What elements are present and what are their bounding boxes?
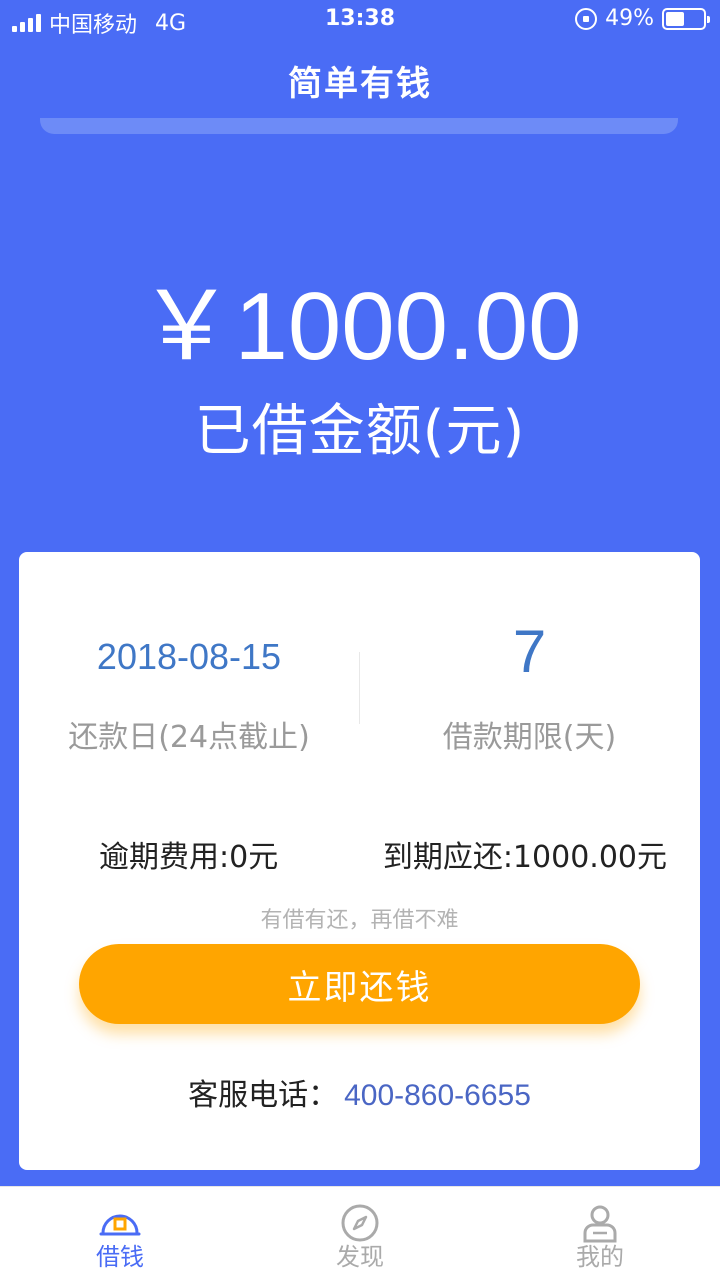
tab-loan[interactable]: 借钱 xyxy=(0,1187,240,1280)
orientation-lock-icon xyxy=(575,7,598,30)
overdue-fee: 逾期费用:0元 xyxy=(99,840,279,875)
due-date-block: 2018-08-15 还款日(24点截止) xyxy=(19,622,359,756)
slogan: 有借有还，再借不难 xyxy=(260,908,459,933)
fee-row: 逾期费用:0元 到期应还:1000.00元 xyxy=(19,832,700,875)
repayment-card: 2018-08-15 还款日(24点截止) 7 借款期限(天) 逾期费用:0元 … xyxy=(19,552,700,1170)
banner-strip[interactable] xyxy=(40,118,678,134)
borrowed-amount: ￥1000.00 xyxy=(138,273,582,380)
page-title: 简单有钱 xyxy=(288,64,432,104)
tab-profile[interactable]: 我的 xyxy=(480,1187,720,1280)
customer-service: 客服电话： 400-860-6655 xyxy=(19,1070,700,1114)
status-bar: 中国移动 4G 13:38 49% xyxy=(0,0,720,40)
repay-now-button[interactable]: 立即还钱 xyxy=(79,944,640,1024)
tab-discover-label: 发现 xyxy=(336,1243,384,1271)
due-date: 2018-08-15 xyxy=(96,636,282,677)
tab-profile-label: 我的 xyxy=(576,1243,624,1271)
tab-discover[interactable]: 发现 xyxy=(240,1187,480,1280)
due-date-label: 还款日(24点截止) xyxy=(68,720,310,755)
loan-term-block: 7 借款期限(天) xyxy=(359,622,700,756)
status-right: 49% xyxy=(575,6,710,31)
service-label: 客服电话： xyxy=(188,1078,339,1113)
battery-icon xyxy=(662,7,710,30)
loan-term-label: 借款期限(天) xyxy=(442,720,617,755)
battery-percent: 49% xyxy=(605,6,654,31)
service-phone-link[interactable]: 400-860-6655 xyxy=(344,1079,531,1112)
borrowed-amount-label: 已借金额(元) xyxy=(194,399,526,464)
tab-bar: 借钱 发现 我的 xyxy=(0,1186,720,1280)
amount-due: 到期应还:1000.00元 xyxy=(382,840,667,875)
tab-loan-label: 借钱 xyxy=(96,1243,144,1271)
loan-term-days: 7 xyxy=(512,618,547,685)
battery-level xyxy=(666,11,684,26)
